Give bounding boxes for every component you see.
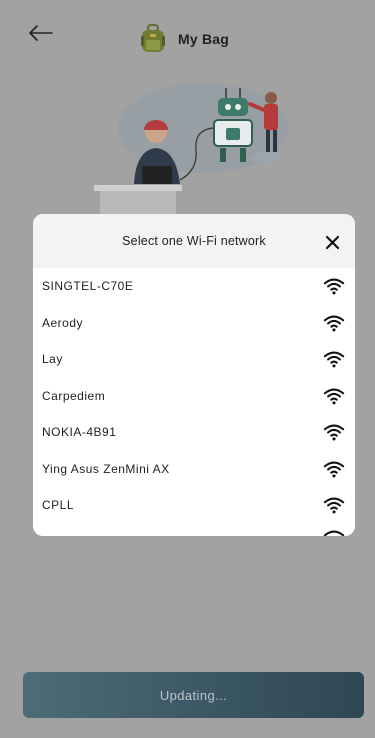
- network-item-partial[interactable]: [33, 524, 355, 537]
- wifi-icon: [323, 424, 345, 441]
- dialog-header: Select one Wi-Fi network: [33, 214, 355, 268]
- wifi-dialog: Select one Wi-Fi network SINGTEL-C70E Aer…: [33, 214, 355, 536]
- dialog-title: Select one Wi-Fi network: [122, 234, 266, 248]
- network-name: Aerody: [42, 315, 84, 330]
- page-header: My Bag: [140, 22, 229, 56]
- wifi-icon: [323, 461, 345, 477]
- network-name: SINGTEL-C70E: [42, 279, 134, 294]
- network-name: Carpediem: [42, 388, 106, 403]
- network-list: SINGTEL-C70E Aerody Lay Carpediem NOKIA-4B91…: [33, 268, 355, 536]
- wifi-icon: [323, 351, 345, 368]
- network-item[interactable]: Carpediem: [33, 378, 355, 415]
- backpack-icon: [141, 24, 165, 52]
- network-name: CPLL: [42, 498, 75, 513]
- wifi-icon: [323, 530, 345, 536]
- network-item[interactable]: CPLL: [33, 487, 355, 524]
- back-button[interactable]: [26, 20, 56, 46]
- wifi-icon: [323, 315, 345, 331]
- network-item[interactable]: SINGTEL-C70E: [33, 268, 355, 305]
- wifi-icon: [323, 388, 345, 404]
- updating-button[interactable]: Updating...: [23, 672, 364, 718]
- page-title: My Bag: [178, 31, 229, 47]
- network-name: NOKIA-4B91: [42, 425, 117, 440]
- network-name: Lay: [42, 352, 63, 367]
- arrow-left-icon: [29, 25, 53, 41]
- network-item[interactable]: Lay: [33, 341, 355, 378]
- wifi-icon: [323, 497, 345, 514]
- close-icon: [325, 235, 339, 249]
- app-screen: My Bag Select one Wi-Fi network SINGTEL-…: [0, 0, 375, 738]
- network-item[interactable]: Ying Asus ZenMini AX: [33, 451, 355, 488]
- wifi-icon: [323, 278, 345, 295]
- close-button[interactable]: [321, 231, 343, 253]
- updating-button-label: Updating...: [159, 687, 228, 703]
- network-item[interactable]: NOKIA-4B91: [33, 414, 355, 451]
- network-item[interactable]: Aerody: [33, 305, 355, 342]
- illustration: [94, 83, 288, 220]
- network-name: Ying Asus ZenMini AX: [42, 461, 170, 476]
